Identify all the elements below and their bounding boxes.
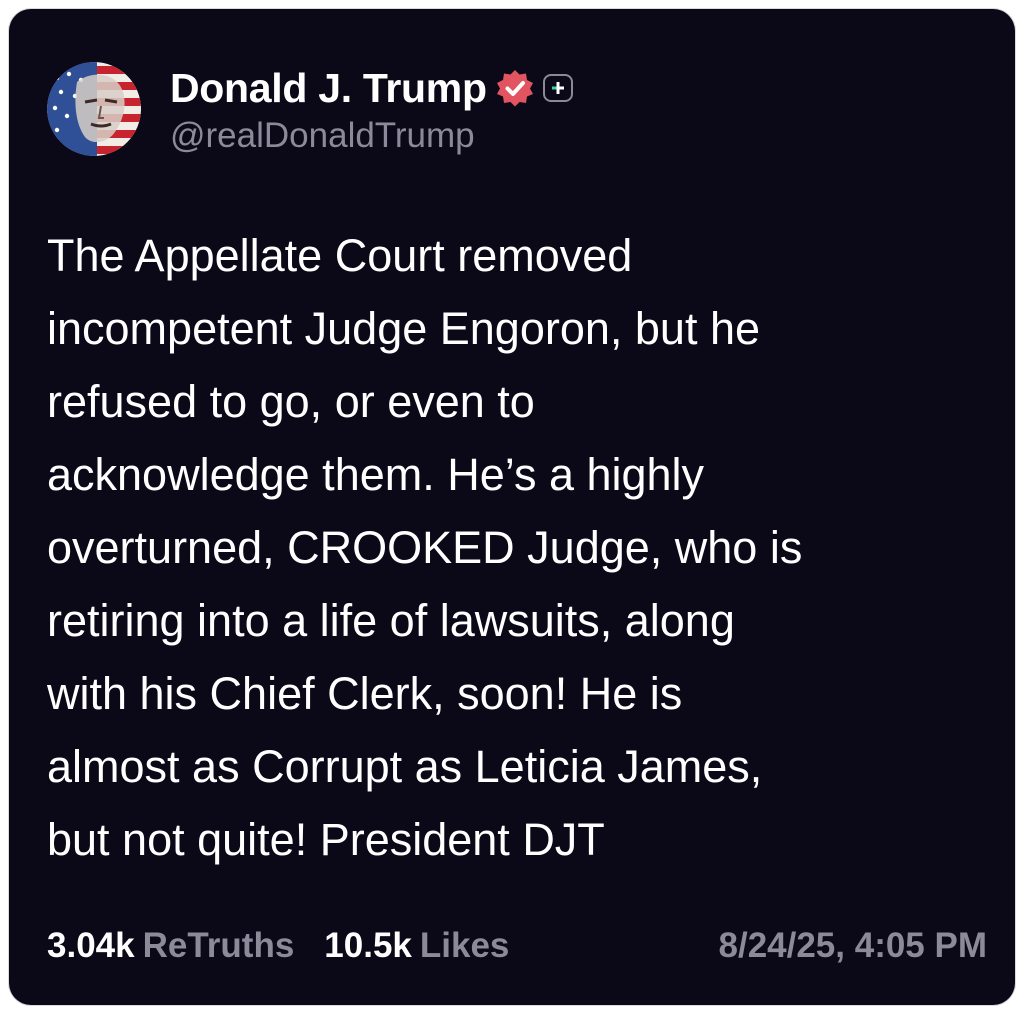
verified-badge-icon [496, 70, 533, 107]
retruths-label[interactable]: ReTruths [143, 926, 295, 966]
retruths-count[interactable]: 3.04k [47, 926, 135, 966]
post-text: The Appellate Court removed incompetent … [47, 230, 803, 865]
flag-portrait-avatar-icon [47, 62, 141, 156]
post-timestamp[interactable]: 8/24/25, 4:05 PM [719, 926, 988, 966]
post-footer: 3.04k ReTruths 10.5k Likes 8/24/25, 4:05… [47, 921, 987, 971]
post-card: Donald J. Trump @realDonaldTrump The App… [9, 9, 1015, 1005]
handle[interactable]: @realDonaldTrump [170, 116, 573, 156]
post-header: Donald J. Trump @realDonaldTrump [47, 61, 573, 157]
name-row: Donald J. Trump [170, 62, 573, 114]
avatar[interactable] [47, 62, 141, 156]
author-identity: Donald J. Trump @realDonaldTrump [170, 62, 573, 156]
likes-count[interactable]: 10.5k [324, 926, 412, 966]
display-name[interactable]: Donald J. Trump [170, 65, 487, 112]
likes-label[interactable]: Likes [420, 926, 510, 966]
plus-badge-icon [542, 74, 573, 102]
